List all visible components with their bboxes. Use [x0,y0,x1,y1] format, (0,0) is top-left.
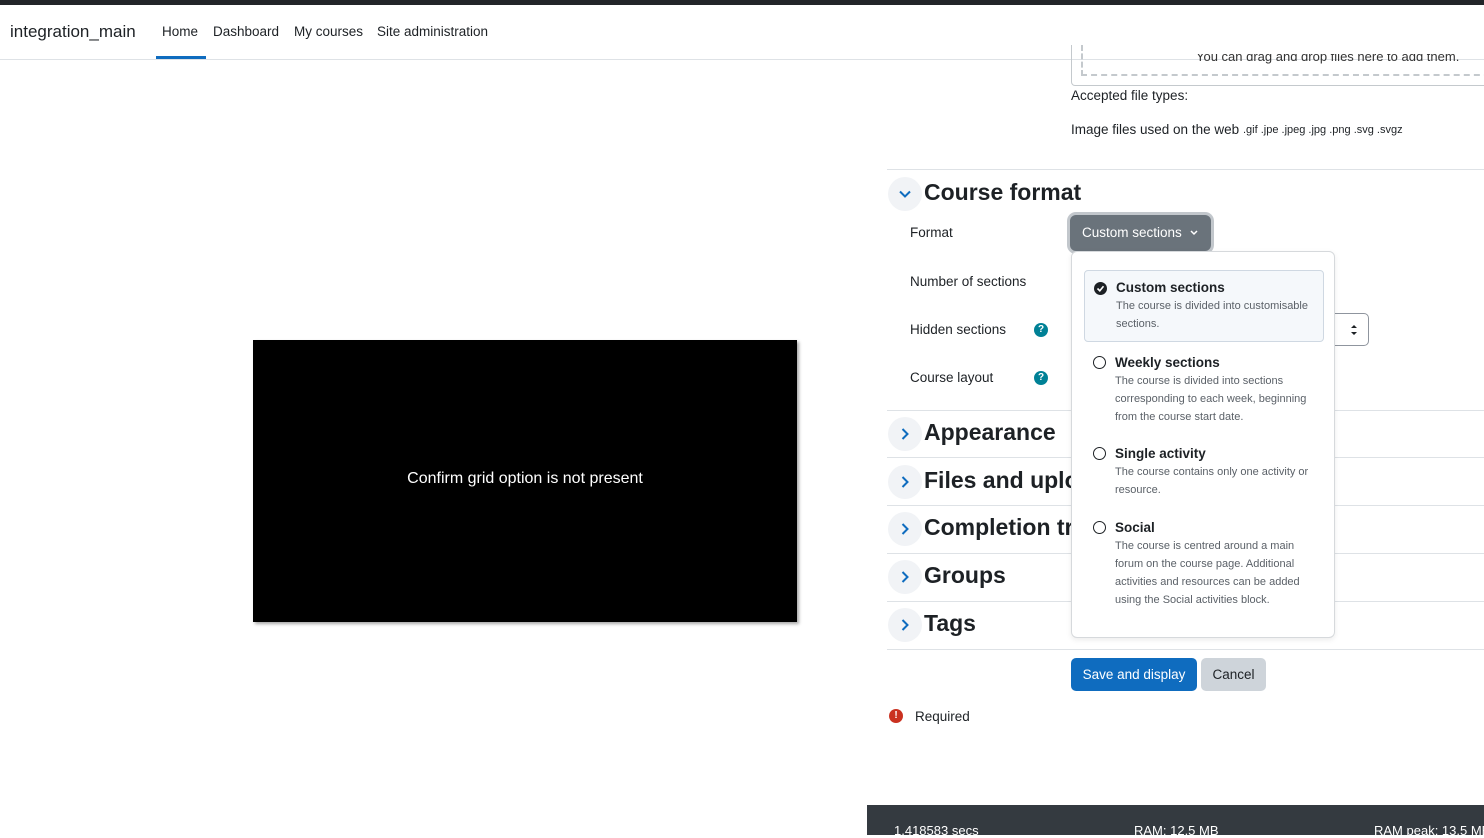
radio-icon [1093,521,1106,534]
cancel-button[interactable]: Cancel [1201,658,1266,691]
check-circle-icon [1094,282,1107,295]
number-of-sections-label: Number of sections [910,274,1027,289]
option-description: The course is centred around a main foru… [1115,540,1300,606]
format-option-custom-sections[interactable]: Custom sections The course is divided in… [1084,270,1324,342]
format-value: Custom sections [1082,225,1182,240]
section-title: Completion tracking [924,514,1071,540]
radio-icon [1093,356,1106,369]
nav-dashboard[interactable]: Dashboard [213,24,279,39]
chevron-right-icon[interactable] [888,560,922,594]
format-dropdown-menu: Custom sections The course is divided in… [1071,251,1335,638]
option-title: Weekly sections [1115,355,1220,370]
nav-home[interactable]: Home [162,24,198,39]
option-description: The course contains only one activity or… [1115,466,1309,496]
section-course-format-header[interactable]: Course format [888,177,1188,211]
option-title: Single activity [1115,446,1206,461]
file-dropzone[interactable] [1071,45,1484,86]
footer-ram: RAM: 12.5 MB [1134,823,1219,838]
chevron-right-icon[interactable] [888,465,922,499]
format-option-single-activity[interactable]: Single activity The course contains only… [1084,439,1324,505]
hidden-sections-label: Hidden sections [910,322,1007,337]
option-description: The course is divided into sections corr… [1115,375,1307,423]
chevron-right-icon[interactable] [888,417,922,451]
option-title: Social [1115,520,1155,535]
section-tags-header[interactable]: Tags [888,608,1071,642]
save-and-display-button[interactable]: Save and display [1071,658,1197,691]
required-icon: ! [889,709,903,723]
nav-active-indicator [156,56,206,59]
accepted-types-name: Image files used on the web [1071,122,1240,137]
option-description: The course is divided into customisable … [1116,300,1308,330]
chevron-right-icon[interactable] [888,512,922,546]
option-title: Custom sections [1116,280,1225,295]
chevron-down-icon[interactable] [888,177,922,211]
help-icon[interactable]: ? [1034,371,1048,385]
accepted-types-extensions: .gif .jpe .jpeg .jpg .png .svg .svgz [1243,124,1403,136]
chevron-right-icon[interactable] [888,608,922,642]
format-option-social[interactable]: Social The course is centred around a ma… [1084,513,1324,613]
section-title: Groups [924,562,1006,588]
accepted-file-types-label: Accepted file types: [1071,88,1189,103]
chevron-down-icon [1190,230,1198,236]
section-appearance-header[interactable]: Appearance [888,417,1071,451]
sort-arrows-icon [1351,325,1357,335]
footer-time: 1.418583 secs [894,823,979,838]
radio-icon [1093,447,1106,460]
section-title: Appearance [924,419,1056,445]
required-label: Required [915,709,970,724]
footer-ram-peak: RAM peak: 13.5 MB [1374,823,1484,838]
performance-footer: 1.418583 secs RAM: 12.5 MB RAM peak: 13.… [867,805,1484,838]
format-dropdown-button[interactable]: Custom sections [1070,215,1211,251]
course-layout-label: Course layout [910,370,994,385]
section-title: Files and uploads [924,467,1071,493]
caption-text: Confirm grid option is not present [407,470,643,487]
site-brand[interactable]: integration_main [10,22,136,42]
section-completion-header[interactable]: Completion tracking [888,512,1071,546]
section-groups-header[interactable]: Groups [888,560,1071,594]
divider [887,169,1484,170]
nav-site-administration[interactable]: Site administration [377,24,488,39]
format-option-weekly-sections[interactable]: Weekly sections The course is divided in… [1084,348,1324,432]
section-title: Course format [924,179,1082,205]
section-files-header[interactable]: Files and uploads [888,465,1071,499]
nav-my-courses[interactable]: My courses [294,24,363,39]
divider [887,649,1484,650]
section-title: Tags [924,610,976,636]
help-icon[interactable]: ? [1034,323,1048,337]
caption-overlay: Confirm grid option is not present [253,340,797,622]
format-label: Format [910,225,953,240]
